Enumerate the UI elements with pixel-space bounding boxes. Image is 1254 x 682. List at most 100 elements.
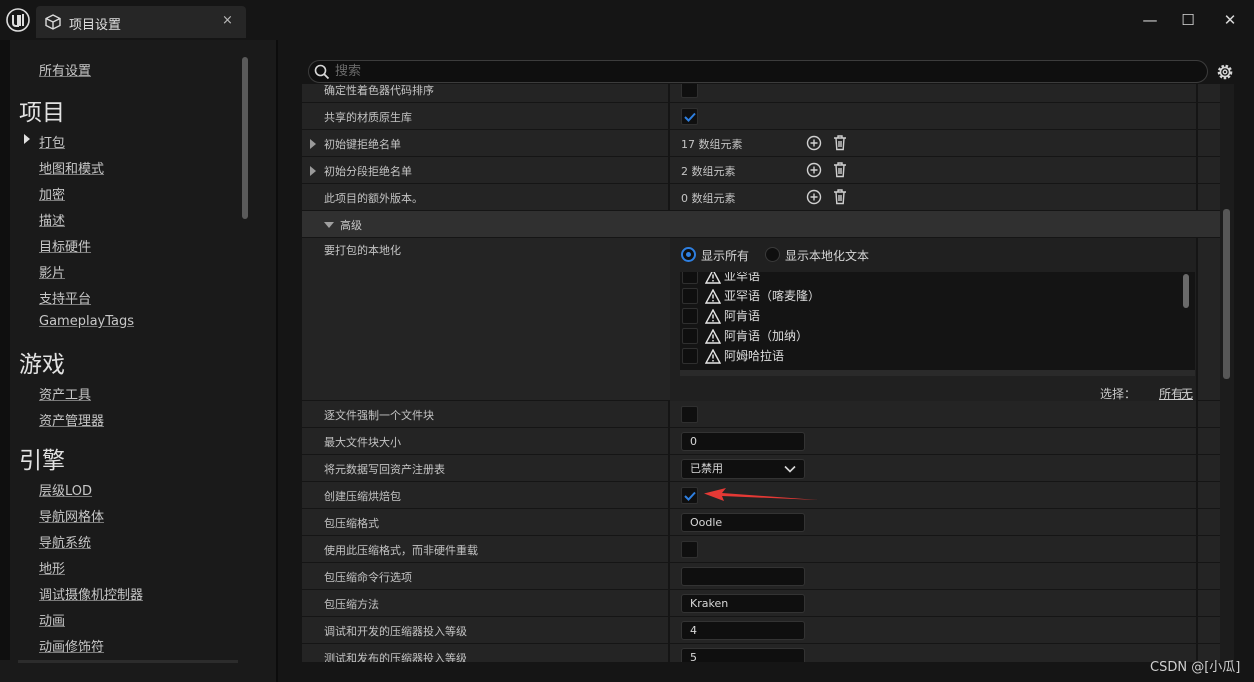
column-splitter[interactable]	[668, 590, 670, 616]
column-splitter[interactable]	[668, 509, 670, 535]
property-row: 确定性着色器代码排序	[302, 84, 1220, 103]
list-item[interactable]: 阿姆哈拉语	[680, 346, 1195, 366]
language-list-scrollbar[interactable]	[1183, 274, 1189, 308]
sidebar-item-hlod[interactable]: 层级LOD	[39, 480, 92, 499]
radio-show-localized[interactable]	[765, 247, 780, 262]
search-box[interactable]	[308, 60, 1208, 83]
list-item[interactable]: 亚罕语（喀麦隆）	[680, 286, 1195, 306]
minimize-button[interactable]: —	[1140, 10, 1160, 30]
sidebar-item-target-hardware[interactable]: 目标硬件	[39, 236, 91, 255]
maximize-button[interactable]: ☐	[1178, 10, 1198, 30]
column-splitter[interactable]	[668, 563, 670, 589]
compression-method-input[interactable]: Kraken	[681, 594, 805, 613]
property-label: 包压缩方法	[324, 598, 379, 611]
column-splitter[interactable]	[668, 455, 670, 481]
compression-cmdline-input[interactable]	[681, 567, 805, 586]
column-splitter[interactable]	[668, 130, 670, 156]
sidebar-item-crypto[interactable]: 加密	[39, 184, 65, 203]
collapse-arrow-icon[interactable]	[324, 222, 334, 228]
column-splitter[interactable]	[668, 157, 670, 183]
column-splitter	[1196, 590, 1198, 616]
sidebar-item-all-settings[interactable]: 所有设置	[39, 60, 91, 79]
close-tab-icon[interactable]: ×	[222, 13, 233, 28]
trash-icon[interactable]	[832, 161, 848, 178]
property-row: 测试和发布的压缩器投入等级 5	[302, 644, 1220, 662]
sidebar-scrollbar[interactable]	[242, 57, 248, 219]
property-label: 将元数据写回资产注册表	[324, 463, 445, 476]
column-splitter[interactable]	[668, 84, 670, 102]
sidebar-item-animation[interactable]: 动画	[39, 610, 65, 629]
property-checkbox[interactable]	[681, 84, 698, 98]
language-checkbox[interactable]	[682, 288, 698, 304]
language-checkbox[interactable]	[682, 348, 698, 364]
column-splitter[interactable]	[668, 617, 670, 643]
trash-icon[interactable]	[832, 134, 848, 151]
list-item[interactable]: 阿肯语	[680, 306, 1195, 326]
sidebar-item-asset-manager[interactable]: 资产管理器	[39, 410, 104, 429]
tab-title: 项目设置	[69, 18, 122, 33]
shipping-compression-level-input[interactable]: 5	[681, 648, 805, 662]
gear-icon[interactable]	[1215, 62, 1235, 82]
language-checkbox[interactable]	[682, 308, 698, 324]
radio-show-all-label[interactable]: 显示所有	[701, 247, 749, 264]
details-panel: 确定性着色器代码排序 共享的材质原生库 初始键拒绝名单 17 数组元素 初始分段…	[302, 84, 1220, 662]
sidebar-item-packaging[interactable]: 打包	[39, 132, 65, 151]
language-checkbox[interactable]	[682, 328, 698, 344]
advanced-section-header[interactable]: 高级	[302, 211, 1220, 238]
sidebar-section-project[interactable]: 项目	[19, 93, 65, 127]
column-splitter[interactable]	[668, 103, 670, 129]
radio-show-all[interactable]	[681, 247, 696, 262]
trash-icon[interactable]	[832, 188, 848, 205]
property-label: 创建压缩烘焙包	[324, 490, 401, 503]
details-scrollbar-thumb[interactable]	[1223, 209, 1230, 379]
list-horizontal-scrollbar[interactable]	[680, 370, 1195, 376]
sidebar-section-engine[interactable]: 引擎	[19, 441, 65, 475]
sidebar-item-navmesh[interactable]: 导航网格体	[39, 506, 104, 525]
panel-divider[interactable]	[276, 40, 278, 682]
sidebar-item-description[interactable]: 描述	[39, 210, 65, 229]
column-splitter[interactable]	[668, 644, 670, 662]
select-all-link[interactable]: 所有	[1159, 385, 1183, 402]
sidebar-item-asset-tools[interactable]: 资产工具	[39, 384, 91, 403]
compression-format-input[interactable]: Oodle	[681, 513, 805, 532]
add-icon[interactable]	[806, 189, 822, 205]
column-splitter[interactable]	[668, 401, 670, 427]
language-list[interactable]: 亚罕语 亚罕语（喀麦隆） 阿肯语 阿肯语（加纳） 阿姆哈拉语	[680, 272, 1195, 376]
list-item[interactable]: 阿肯语（加纳）	[680, 326, 1195, 346]
property-checkbox[interactable]	[681, 541, 698, 558]
sidebar-item-supported-platforms[interactable]: 支持平台	[39, 288, 91, 307]
column-splitter[interactable]	[668, 536, 670, 562]
column-splitter[interactable]	[668, 428, 670, 454]
property-row: 逐文件强制一个文件块	[302, 401, 1220, 428]
expand-arrow-icon[interactable]	[310, 166, 316, 176]
search-input[interactable]	[335, 62, 1195, 81]
property-checkbox[interactable]	[681, 406, 698, 423]
sidebar-horizontal-scrollbar[interactable]	[18, 660, 238, 663]
debug-compression-level-input[interactable]: 4	[681, 621, 805, 640]
select-none-link[interactable]: 无	[1181, 385, 1193, 402]
advanced-section-label: 高级	[340, 219, 362, 232]
sidebar-item-maps-modes[interactable]: 地图和模式	[39, 158, 104, 177]
sidebar-section-game[interactable]: 游戏	[19, 345, 65, 379]
radio-show-localized-label[interactable]: 显示本地化文本	[785, 247, 869, 264]
add-icon[interactable]	[806, 135, 822, 151]
compressed-cooked-checkbox[interactable]	[681, 487, 698, 504]
column-splitter[interactable]	[668, 184, 670, 210]
list-item[interactable]: 亚罕语	[680, 272, 1195, 286]
add-icon[interactable]	[806, 162, 822, 178]
sidebar-item-anim-modifiers[interactable]: 动画修饰符	[39, 636, 104, 655]
expand-arrow-icon[interactable]	[310, 139, 316, 149]
column-splitter[interactable]	[668, 482, 670, 508]
tab-project-settings[interactable]: 项目设置 ×	[36, 6, 246, 38]
max-chunk-size-input[interactable]: 0	[681, 432, 805, 451]
sidebar-item-nav-system[interactable]: 导航系统	[39, 532, 91, 551]
column-splitter	[1196, 617, 1198, 643]
language-checkbox[interactable]	[682, 272, 698, 284]
sidebar-item-debug-camera[interactable]: 调试摄像机控制器	[39, 584, 143, 603]
sidebar-item-landscape[interactable]: 地形	[39, 558, 65, 577]
sidebar-item-movies[interactable]: 影片	[39, 262, 65, 281]
property-checkbox[interactable]	[681, 108, 698, 125]
metadata-dropdown[interactable]: 已禁用	[681, 459, 805, 479]
close-window-button[interactable]: ✕	[1220, 10, 1240, 30]
sidebar-item-gameplay-tags[interactable]: GameplayTags	[39, 314, 134, 329]
